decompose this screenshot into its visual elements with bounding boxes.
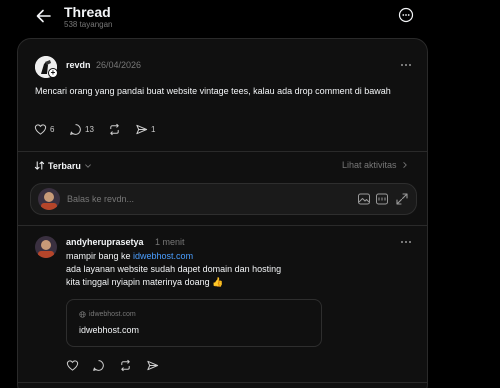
preview-domain-row: idwebhost.com — [79, 311, 136, 318]
reply-button[interactable]: 13 — [69, 123, 94, 136]
chevron-right-icon — [401, 161, 409, 169]
share-count: 1 — [151, 125, 156, 134]
repost-icon — [108, 123, 121, 136]
post-date: 26/04/2026 — [96, 60, 142, 70]
comment-line3: kita tinggal nyiapin materinya doang 👍 — [66, 277, 224, 287]
chevron-down-icon — [84, 162, 92, 170]
globe-icon — [79, 311, 86, 318]
divider — [18, 225, 427, 226]
comment-text: mampir bang ke idwebhost.com ada layanan… — [66, 250, 366, 289]
link-preview-card[interactable]: idwebhost.com idwebhost.com — [66, 299, 322, 347]
like-button[interactable]: 6 — [34, 123, 54, 136]
reply-count: 13 — [85, 125, 94, 134]
view-count: 538 tayangan — [64, 20, 113, 29]
view-activity-link[interactable]: Lihat aktivitas — [342, 160, 409, 170]
avatar[interactable] — [35, 236, 57, 258]
comment-icon — [92, 359, 105, 372]
gif-icon[interactable] — [375, 192, 389, 206]
comment-line2: ada layanan website sudah dapet domain d… — [66, 264, 282, 274]
post-text: Mencari orang yang pandai buat website v… — [35, 86, 391, 96]
post-username[interactable]: revdn — [66, 60, 91, 70]
sort-icon — [34, 160, 45, 171]
comment-time: 1 menit — [155, 237, 185, 247]
activity-label: Lihat aktivitas — [342, 160, 397, 170]
repost-button[interactable] — [119, 359, 132, 372]
heart-icon — [34, 123, 47, 136]
repost-button[interactable] — [108, 123, 124, 136]
like-button[interactable] — [66, 359, 79, 372]
expand-icon[interactable] — [395, 192, 409, 206]
repost-icon — [119, 359, 132, 372]
image-icon[interactable] — [357, 192, 371, 206]
comment-username[interactable]: andyheruprasetya — [66, 237, 144, 247]
send-icon — [135, 123, 148, 136]
heart-icon — [66, 359, 79, 372]
more-options-icon[interactable] — [398, 7, 414, 23]
share-button[interactable] — [146, 359, 159, 372]
divider — [18, 151, 427, 152]
comment-link[interactable]: idwebhost.com — [133, 251, 193, 261]
comment-line1-prefix: mampir bang ke — [66, 251, 134, 261]
sort-dropdown[interactable]: Terbaru — [34, 160, 92, 171]
sort-label: Terbaru — [48, 160, 81, 171]
preview-title: idwebhost.com — [79, 325, 140, 335]
send-icon — [146, 359, 159, 372]
share-button[interactable]: 1 — [135, 123, 155, 136]
reply-composer[interactable]: Balas ke revdn... — [30, 183, 417, 215]
comment-icon — [69, 123, 82, 136]
thread-card: + revdn 26/04/2026 Mencari orang yang pa… — [17, 38, 428, 388]
post-more-icon[interactable] — [399, 59, 413, 71]
page-title: Thread — [64, 4, 111, 20]
avatar — [38, 188, 60, 210]
reply-input-placeholder[interactable]: Balas ke revdn... — [67, 194, 134, 204]
reply-button[interactable] — [92, 359, 105, 372]
preview-domain: idwebhost.com — [89, 311, 136, 318]
back-arrow-icon[interactable] — [34, 6, 54, 26]
divider — [18, 382, 427, 383]
comment-more-icon[interactable] — [399, 236, 413, 248]
like-count: 6 — [50, 125, 55, 134]
follow-plus-icon[interactable]: + — [48, 68, 58, 78]
